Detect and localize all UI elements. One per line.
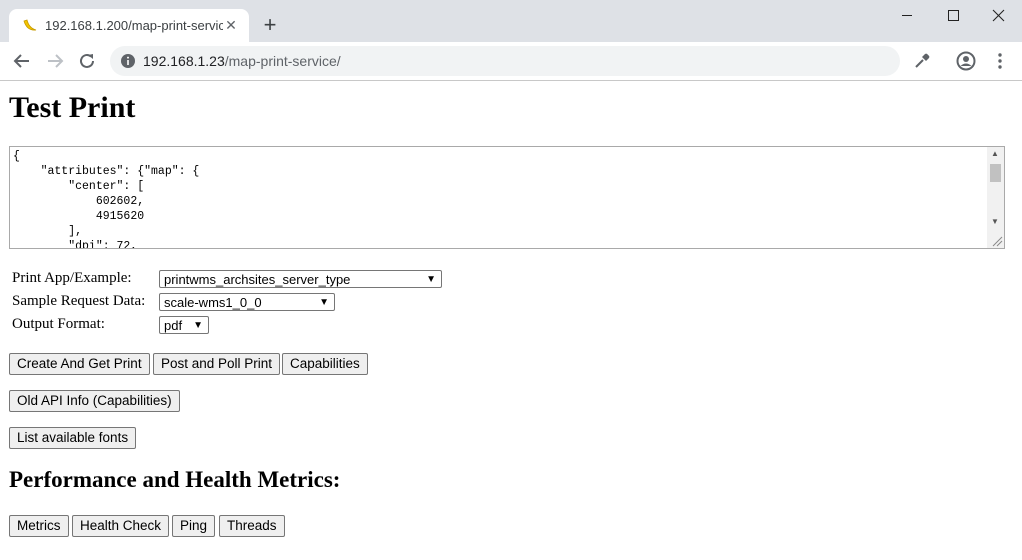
post-and-poll-print-button[interactable]: Post and Poll Print bbox=[153, 353, 281, 375]
old-api-info-button[interactable]: Old API Info (Capabilities) bbox=[9, 390, 180, 412]
browser-toolbar: 192.168.1.23/map-print-service/ bbox=[0, 42, 1022, 81]
output-format-label: Output Format: bbox=[12, 316, 105, 332]
sample-data-select[interactable]: scale-wms1_0_0 ▼ bbox=[159, 293, 335, 311]
kebab-menu-icon[interactable] bbox=[990, 51, 1010, 71]
print-app-selected-value: printwms_archsites_server_type bbox=[164, 272, 351, 287]
forward-arrow-icon[interactable] bbox=[43, 49, 67, 73]
resize-grip-icon[interactable] bbox=[991, 235, 1003, 247]
tab-close-icon[interactable]: ✕ bbox=[223, 17, 239, 33]
dropdown-arrow-icon: ▼ bbox=[426, 274, 436, 285]
sample-data-selected-value: scale-wms1_0_0 bbox=[164, 295, 262, 310]
url-text: 192.168.1.23/map-print-service/ bbox=[143, 53, 341, 69]
request-json-text: { "attributes": {"map": { "center": [ 60… bbox=[13, 150, 200, 249]
tab-title: 192.168.1.200/map-print-service/ bbox=[45, 18, 223, 33]
ping-button[interactable]: Ping bbox=[172, 515, 216, 537]
list-fonts-button[interactable]: List available fonts bbox=[9, 427, 137, 449]
profile-avatar-icon[interactable] bbox=[956, 51, 976, 71]
window-maximize-icon[interactable] bbox=[930, 0, 976, 32]
health-check-button[interactable]: Health Check bbox=[72, 515, 170, 537]
site-info-icon[interactable] bbox=[120, 53, 136, 69]
request-json-textarea[interactable]: { "attributes": {"map": { "center": [ 60… bbox=[9, 146, 1005, 249]
metrics-heading: Performance and Health Metrics: bbox=[9, 467, 341, 492]
output-format-select[interactable]: pdf ▼ bbox=[159, 316, 209, 334]
scroll-up-arrow-icon[interactable]: ▲ bbox=[991, 149, 999, 158]
window-close-icon[interactable] bbox=[976, 0, 1022, 32]
print-app-label: Print App/Example: bbox=[12, 270, 132, 286]
sample-data-label: Sample Request Data: bbox=[12, 293, 146, 309]
window-minimize-icon[interactable] bbox=[884, 0, 930, 32]
address-bar[interactable]: 192.168.1.23/map-print-service/ bbox=[110, 46, 900, 76]
new-tab-plus-icon[interactable]: + bbox=[259, 14, 281, 36]
title-bar: 192.168.1.200/map-print-service/ ✕ + bbox=[0, 0, 1022, 42]
eyedropper-extension-icon[interactable] bbox=[912, 51, 932, 71]
textarea-scrollbar[interactable]: ▲ ▼ bbox=[987, 147, 1004, 248]
output-format-selected-value: pdf bbox=[164, 318, 183, 333]
threads-button[interactable]: Threads bbox=[219, 515, 285, 537]
scrollbar-thumb[interactable] bbox=[990, 164, 1001, 182]
create-and-get-print-button[interactable]: Create And Get Print bbox=[9, 353, 150, 375]
url-path: /map-print-service/ bbox=[224, 53, 341, 69]
dropdown-arrow-icon: ▼ bbox=[193, 320, 203, 331]
metrics-button[interactable]: Metrics bbox=[9, 515, 69, 537]
back-arrow-icon[interactable] bbox=[10, 49, 34, 73]
print-app-select[interactable]: printwms_archsites_server_type ▼ bbox=[159, 270, 442, 288]
dropdown-arrow-icon: ▼ bbox=[319, 297, 329, 308]
banana-favicon-icon bbox=[23, 19, 37, 31]
page-title: Test Print bbox=[9, 91, 136, 124]
scroll-down-arrow-icon[interactable]: ▼ bbox=[991, 217, 999, 226]
capabilities-button[interactable]: Capabilities bbox=[282, 353, 368, 375]
page-content: Test Print { "attributes": {"map": { "ce… bbox=[0, 81, 1022, 560]
browser-tab[interactable]: 192.168.1.200/map-print-service/ ✕ bbox=[9, 9, 249, 42]
url-host: 192.168.1.23 bbox=[143, 53, 225, 69]
reload-icon[interactable] bbox=[75, 49, 99, 73]
